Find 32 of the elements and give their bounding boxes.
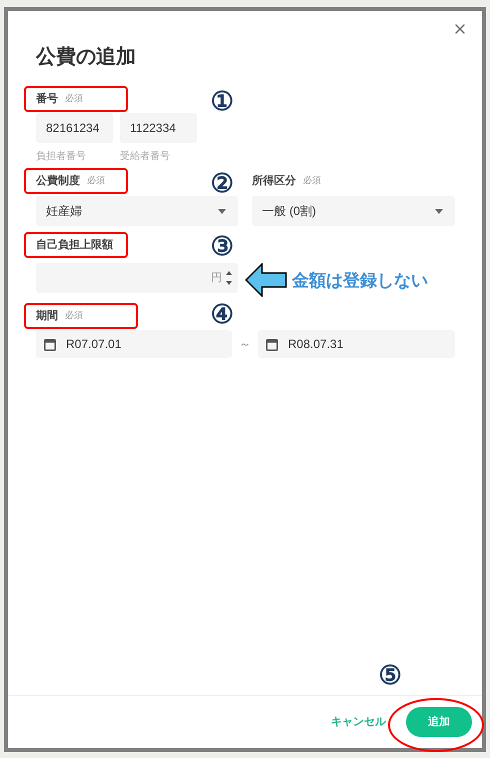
date-field[interactable]: R07.07.01 [36, 330, 232, 358]
calendar-icon [44, 338, 56, 350]
field-label: 自己負担上限額 [36, 238, 113, 253]
helper-text: 受給者番号 [120, 150, 171, 164]
step-number: ⑤ [378, 662, 402, 688]
arrow-icon [245, 263, 287, 297]
dialog-title: 公費の追加 [36, 45, 137, 70]
caret-icon [218, 208, 226, 214]
select-field[interactable]: 一般 (0割) [252, 196, 455, 226]
unit-text: 円 [211, 270, 222, 286]
date-field[interactable]: R08.07.31 [258, 330, 455, 358]
required-tag: 必須 [65, 309, 83, 323]
step-number: ② [210, 170, 234, 196]
number-field[interactable]: 1122334 [120, 113, 197, 143]
number-field[interactable]: 82161234 [36, 113, 113, 143]
calendar-icon [266, 338, 278, 350]
select-field[interactable]: 妊産婦 [36, 196, 238, 226]
required-tag: 必須 [87, 174, 105, 188]
helper-text: 負担者番号 [36, 150, 87, 164]
field-label: 番号 [36, 92, 58, 107]
required-tag: 必須 [65, 92, 83, 106]
required-tag: 必須 [303, 174, 321, 188]
caret-icon [435, 208, 443, 214]
field-label: 所得区分 [252, 174, 296, 189]
step-number: ④ [210, 301, 234, 327]
field-label: 公費制度 [36, 174, 80, 189]
step-number: ③ [210, 233, 234, 259]
range-separator: ～ [238, 336, 252, 353]
annotation-note: 金額は登録しない [292, 270, 428, 292]
field-label: 期間 [36, 308, 58, 324]
spinner-icon[interactable] [226, 271, 232, 285]
step-number: ① [210, 88, 234, 114]
